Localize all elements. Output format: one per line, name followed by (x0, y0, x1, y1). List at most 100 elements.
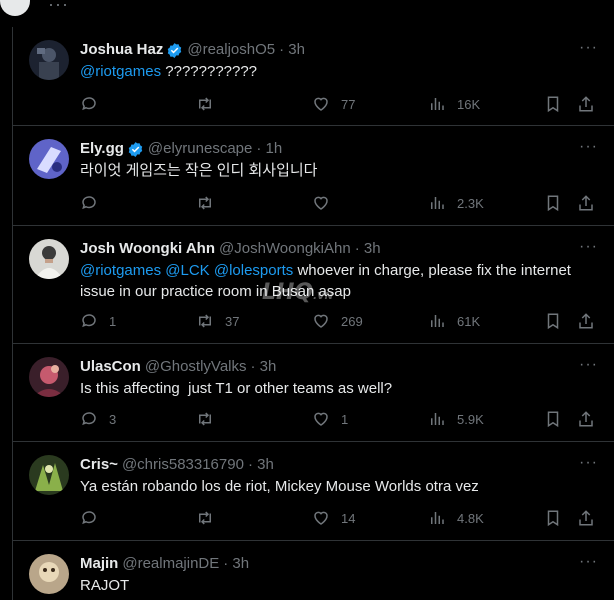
views-button[interactable]: 16K (428, 95, 480, 113)
mention-link[interactable]: @lolesports (214, 262, 293, 279)
avatar[interactable] (29, 455, 69, 495)
share-icon (579, 96, 593, 112)
handle[interactable]: @GhostlyValks (145, 357, 247, 377)
reply-button[interactable]: 3 (80, 410, 116, 428)
view-count: 61K (457, 313, 481, 329)
like-button[interactable]: 77 (312, 95, 355, 113)
handle[interactable]: @chris583316790 (122, 455, 244, 475)
more-icon[interactable]: ··· (579, 356, 598, 374)
more-icon[interactable]: ··· (579, 39, 598, 57)
heart-icon (314, 196, 328, 210)
timestamp[interactable]: · 3h (248, 455, 274, 475)
bookmark-button[interactable] (544, 95, 562, 113)
avatar[interactable] (29, 357, 69, 397)
bookmark-icon (547, 96, 559, 113)
previous-avatar[interactable] (0, 0, 30, 16)
like-count: 1 (341, 411, 349, 427)
reply-button[interactable]: 1 (80, 312, 116, 330)
retweet-icon (199, 511, 211, 525)
handle[interactable]: @realjoshO5 (187, 40, 275, 60)
like-button[interactable]: 269 (312, 312, 363, 330)
display-name[interactable]: Ely.gg (80, 139, 124, 159)
views-button[interactable]: 61K (428, 312, 480, 330)
handle[interactable]: @JoshWoongkiAhn (219, 239, 351, 259)
avatar[interactable] (29, 239, 69, 279)
bookmark-button[interactable] (544, 410, 562, 428)
more-icon[interactable]: ··· (579, 454, 598, 472)
share-button[interactable] (577, 312, 595, 330)
like-button[interactable]: 14 (312, 509, 355, 527)
retweet-button[interactable]: 37 (196, 312, 239, 330)
timestamp[interactable]: · 3h (223, 554, 249, 574)
tweet-text: Ya están robando los de riot, Mickey Mou… (80, 476, 598, 497)
more-icon[interactable]: ··· (48, 0, 69, 15)
views-button[interactable]: 4.8K (428, 509, 484, 527)
tweet-text: RAJOT (80, 575, 598, 596)
reply-icon (82, 196, 96, 210)
avatar[interactable] (29, 40, 69, 80)
reply-count: 1 (109, 313, 117, 329)
display-name[interactable]: Majin (80, 554, 118, 574)
reply-icon (82, 97, 96, 111)
text-segment: ??????????? (161, 63, 258, 80)
display-name[interactable]: Cris~ (80, 455, 118, 475)
heart-icon (314, 97, 328, 111)
bookmark-button[interactable] (544, 509, 562, 527)
timestamp[interactable]: · 3h (251, 357, 277, 377)
reply-button[interactable] (80, 194, 109, 212)
handle[interactable]: @elyrunescape (148, 139, 252, 159)
display-name[interactable]: UlasCon (80, 357, 141, 377)
bookmark-button[interactable] (544, 194, 562, 212)
retweet-button[interactable] (196, 509, 225, 527)
tweet-header: Joshua Haz @realjoshO5 · 3h (80, 40, 574, 60)
tweet[interactable]: UlasCon @GhostlyValks · 3h ··· Is this a… (13, 344, 614, 442)
timestamp[interactable]: · 3h (355, 239, 381, 259)
share-button[interactable] (577, 410, 595, 428)
views-button[interactable]: 5.9K (428, 410, 484, 428)
tweet[interactable]: Joshua Haz @realjoshO5 · 3h ··· @riotgam… (13, 27, 614, 126)
handle[interactable]: @realmajinDE (122, 554, 219, 574)
tweet-header: Ely.gg @elyrunescape · 1h (80, 139, 574, 159)
tweet-text: @riotgames ??????????? (80, 61, 598, 82)
retweet-button[interactable] (196, 95, 225, 113)
more-icon[interactable]: ··· (579, 238, 598, 256)
display-name[interactable]: Joshua Haz (80, 40, 163, 60)
tweet[interactable]: Majin @realmajinDE · 3h ··· RAJOT (13, 541, 614, 600)
share-button[interactable] (577, 95, 595, 113)
avatar[interactable] (29, 554, 69, 594)
mention-link[interactable]: @riotgames (80, 63, 161, 80)
retweet-button[interactable] (196, 410, 225, 428)
verified-badge-icon (168, 42, 182, 58)
timestamp[interactable]: · 3h (279, 40, 305, 60)
text-segment: Ya están robando los de riot, Mickey Mou… (80, 478, 479, 495)
views-icon (431, 512, 444, 524)
like-count: 14 (341, 510, 356, 526)
views-button[interactable]: 2.3K (428, 194, 484, 212)
avatar[interactable] (29, 139, 69, 179)
like-button[interactable]: 1 (312, 410, 348, 428)
text-segment: 라이엇 게임즈는 작은 인디 회사입니다 (80, 162, 318, 179)
timestamp[interactable]: · 1h (256, 139, 282, 159)
share-button[interactable] (577, 194, 595, 212)
views-icon (431, 98, 444, 110)
mention-link[interactable]: @riotgames (80, 262, 161, 279)
display-name[interactable]: Josh Woongki Ahn (80, 239, 215, 259)
more-icon[interactable]: ··· (579, 138, 598, 156)
reply-button[interactable] (80, 95, 109, 113)
tweet[interactable]: Josh Woongki Ahn @JoshWoongkiAhn · 3h ··… (13, 226, 614, 344)
mention-link[interactable]: @LCK (165, 262, 209, 279)
tweet[interactable]: Cris~ @chris583316790 · 3h ··· Ya están … (13, 442, 614, 541)
retweet-button[interactable] (196, 194, 225, 212)
reply-icon (82, 511, 96, 525)
like-button[interactable] (312, 194, 341, 212)
reply-button[interactable] (80, 509, 109, 527)
reply-count: 3 (109, 411, 117, 427)
more-icon[interactable]: ··· (579, 553, 598, 571)
bookmark-button[interactable] (544, 312, 562, 330)
share-button[interactable] (577, 509, 595, 527)
tweet[interactable]: Ely.gg @elyrunescape · 1h ··· 라이엇 게임즈는 작… (13, 126, 614, 226)
heart-icon (314, 511, 328, 525)
text-segment: RAJOT (80, 577, 130, 594)
tweet-text: Is this affecting just T1 or other teams… (80, 378, 598, 399)
retweet-icon (199, 97, 211, 111)
